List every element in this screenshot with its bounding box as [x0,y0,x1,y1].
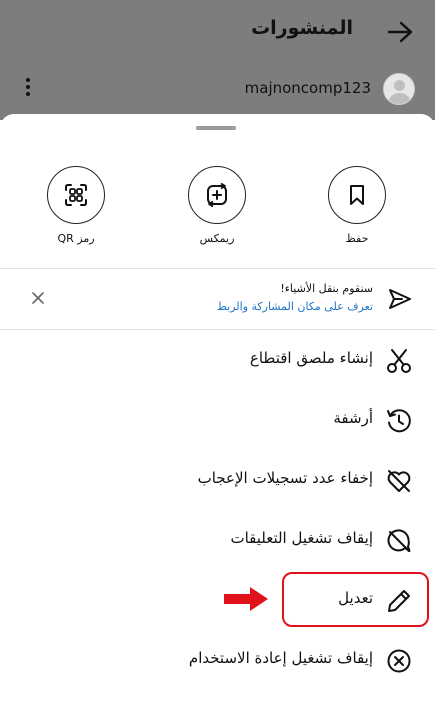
comment-off-icon [387,529,411,552]
remix-icon [207,182,227,208]
bookmark-icon [350,185,364,205]
remix-button[interactable]: ريمكس [167,166,267,245]
save-button[interactable]: حفظ [307,166,407,245]
sharing-notice-banner[interactable]: سنقوم بنقل الأشياء! تعرف على مكان المشار… [0,270,435,328]
item-label: أرشفة [333,409,373,427]
page-title: المنشورات [251,17,353,39]
username[interactable]: majnoncomp123 [245,79,371,97]
save-label: حفظ [345,232,369,245]
x-circle-icon [387,649,411,673]
qr-code-label: رمز QR [57,232,95,245]
turn-off-reuse-item[interactable]: إيقاف تشغيل إعادة الاستخدام [0,632,435,688]
qr-code-button[interactable]: رمز QR [26,166,126,245]
red-arrow-icon [224,587,268,611]
drag-handle[interactable] [196,126,236,130]
qr-code-icon [65,184,87,206]
scissors-icon [387,349,411,373]
hide-like-count-item[interactable]: إخفاء عدد تسجيلات الإعجاب [0,452,435,508]
turn-off-comments-item[interactable]: إيقاف تشغيل التعليقات [0,512,435,568]
heart-off-icon [387,470,411,492]
item-label: إيقاف تشغيل التعليقات [230,529,373,547]
create-cutout-sticker-item[interactable]: إنشاء ملصق اقتطاع [0,332,435,388]
item-label: إيقاف تشغيل إعادة الاستخدام [188,649,373,667]
archive-item[interactable]: أرشفة [0,392,435,448]
send-icon [389,289,411,309]
back-arrow-icon[interactable] [385,18,415,46]
header: المنشورات [0,0,435,64]
options-sheet: حفظ ريمكس رمز QR سنقوم بنقل الأشياء! تعر… [0,114,435,714]
divider [0,329,435,330]
item-label: إنشاء ملصق اقتطاع [249,349,373,367]
item-label: إخفاء عدد تسجيلات الإعجاب [197,469,373,487]
avatar[interactable] [383,73,415,105]
remix-label: ريمكس [199,232,235,245]
banner-title: سنقوم بنقل الأشياء! [280,282,373,295]
close-icon[interactable] [30,290,46,306]
post-author-row: majnoncomp123 [0,70,435,110]
edit-highlight-box [282,572,429,627]
archive-history-icon [387,409,411,433]
divider [0,268,435,269]
more-options-icon[interactable] [24,78,32,100]
banner-link[interactable]: تعرف على مكان المشاركة والربط [217,300,373,313]
